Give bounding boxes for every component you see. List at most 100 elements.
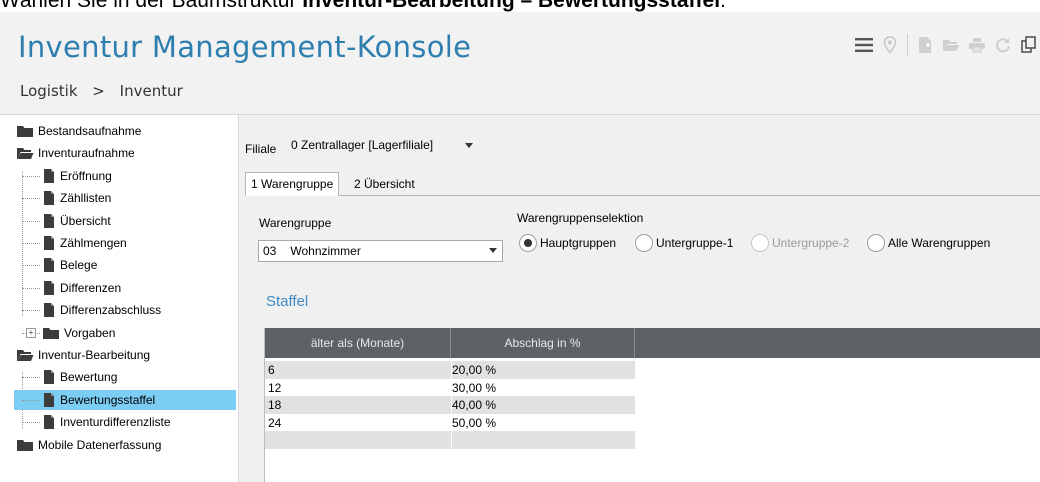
- filiale-select[interactable]: 0 Zentrallager [Lagerfiliale]: [287, 134, 485, 156]
- folder-closed-icon: [16, 438, 34, 452]
- breadcrumb-inventur[interactable]: Inventur: [120, 82, 183, 100]
- cell-monate[interactable]: 24: [265, 414, 451, 432]
- tab-bar: 1 Warengruppe 2 Übersicht: [245, 171, 1040, 196]
- sidebar-item-inventur-bearbeitung[interactable]: Inventur-Bearbeitung: [16, 345, 150, 365]
- sidebar-item-label: Belege: [60, 258, 98, 273]
- copy-icon[interactable]: [1018, 34, 1040, 56]
- sidebar-item-label: Inventurdifferenzliste: [60, 415, 171, 430]
- table-row[interactable]: [265, 431, 635, 450]
- folder-open-icon: [16, 348, 34, 362]
- list-settings-icon[interactable]: [853, 34, 875, 56]
- caption-prefix: Wählen Sie in der Baumstruktur: [0, 0, 303, 12]
- caption-bold: Inventur-Bearbeitung – Bewertungsstaffel: [302, 0, 721, 12]
- breadcrumb-separator: >: [92, 82, 105, 100]
- filiale-label: Filiale: [245, 142, 277, 156]
- sidebar-item-label: Differenzen: [60, 280, 122, 295]
- folder-closed-icon: [16, 124, 34, 138]
- sidebar-item-label: Zählmengen: [60, 236, 127, 250]
- column-header-abschlag[interactable]: Abschlag in %: [451, 328, 635, 358]
- cell-monate[interactable]: 12: [265, 379, 451, 397]
- filiale-select-value: 0 Zentrallager [Lagerfiliale]: [291, 138, 434, 152]
- cell-abschlag[interactable]: [449, 431, 635, 449]
- cell-monate[interactable]: 18: [265, 396, 451, 414]
- radio-circle: [635, 234, 653, 252]
- main-panel: Filiale 0 Zentrallager [Lagerfiliale] 1 …: [239, 115, 1040, 482]
- tab-uebersicht[interactable]: 2 Übersicht: [349, 173, 420, 195]
- document-icon: [42, 302, 56, 318]
- sidebar-item-mobile-datenerfassung[interactable]: Mobile Datenerfassung: [16, 435, 161, 455]
- document-icon: [42, 280, 56, 296]
- sidebar-item-label: Vorgaben: [64, 325, 116, 340]
- radio-alle-warengruppen[interactable]: Alle Warengruppen: [867, 234, 990, 252]
- tree-connector: [22, 399, 40, 401]
- tab-warengruppe-label: 1 Warengruppe: [251, 177, 334, 191]
- toolbar: [849, 34, 1040, 56]
- radio-hauptgruppen-label: Hauptgruppen: [540, 236, 617, 250]
- sidebar-item-eröffnung[interactable]: Eröffnung: [42, 166, 112, 186]
- cell-monate[interactable]: [265, 431, 451, 449]
- tab-warengruppe[interactable]: 1 Warengruppe: [245, 172, 340, 196]
- cell-abschlag[interactable]: 40,00 %: [449, 396, 635, 414]
- radio-untergruppe-1[interactable]: Untergruppe-1: [635, 234, 733, 252]
- sidebar-item-label: Inventur-Bearbeitung: [38, 348, 151, 362]
- cell-abschlag[interactable]: 30,00 %: [449, 379, 635, 397]
- warengruppe-select[interactable]: 03 Wohnzimmer: [258, 240, 503, 262]
- sidebar-item-label: Eröffnung: [60, 168, 112, 183]
- app-header: Inventur Management-Konsole Logistik > I…: [0, 12, 1040, 115]
- new-document-icon[interactable]: [914, 34, 936, 56]
- refresh-icon[interactable]: [992, 34, 1014, 56]
- breadcrumb-logistik[interactable]: Logistik: [20, 82, 78, 100]
- tree-connector: [22, 198, 40, 200]
- document-icon: [42, 414, 56, 430]
- sidebar-item-belege[interactable]: Belege: [42, 255, 97, 275]
- chevron-down-icon: [465, 143, 473, 148]
- tree-connector: [22, 220, 40, 222]
- sidebar-item-label: Bestandsaufnahme: [38, 124, 142, 138]
- sidebar-item-differenzabschluss[interactable]: Differenzabschluss: [42, 300, 161, 320]
- tree-connector: [22, 175, 40, 177]
- radio-untergruppe-1-label: Untergruppe-1: [656, 236, 734, 250]
- sidebar-item-bewertung[interactable]: Bewertung: [42, 367, 117, 387]
- cell-abschlag[interactable]: 20,00 %: [449, 361, 635, 379]
- toolbar-separator: [907, 34, 908, 56]
- cell-abschlag[interactable]: 50,00 %: [449, 414, 635, 432]
- document-icon: [42, 392, 56, 408]
- document-icon: [42, 235, 56, 251]
- radio-untergruppe-2-label: Untergruppe-2: [772, 236, 850, 250]
- app-title: Inventur Management-Konsole: [18, 30, 472, 64]
- sidebar-item-label: Inventuraufnahme: [38, 146, 135, 161]
- table-row[interactable]: 18 40,00 %: [265, 396, 635, 415]
- chevron-down-icon: [489, 248, 497, 253]
- cell-monate[interactable]: 6: [265, 361, 451, 379]
- column-divider: [451, 358, 452, 449]
- sidebar-item-übersicht[interactable]: Übersicht: [42, 211, 111, 231]
- sidebar-item-inventuraufnahme[interactable]: Inventuraufnahme: [16, 143, 135, 163]
- radio-circle: [867, 234, 885, 252]
- folder-open-icon: [16, 146, 34, 160]
- sidebar-item-label: Bewertungsstaffel: [60, 392, 156, 407]
- radio-hauptgruppen[interactable]: Hauptgruppen: [519, 234, 616, 252]
- document-icon: [42, 168, 56, 184]
- pin-icon[interactable]: [879, 34, 901, 56]
- radio-untergruppe-2[interactable]: Untergruppe-2: [751, 234, 849, 252]
- breadcrumb: Logistik > Inventur: [20, 82, 193, 100]
- sidebar-item-differenzen[interactable]: Differenzen: [42, 278, 121, 298]
- sidebar-item-zähllisten[interactable]: Zähllisten: [42, 188, 111, 208]
- table-row[interactable]: 6 20,00 %: [265, 361, 635, 379]
- sidebar-item-bewertungsstaffel[interactable]: Bewertungsstaffel: [14, 389, 236, 410]
- sidebar-item-label: Zähllisten: [60, 191, 112, 206]
- tree-connector: [22, 287, 40, 289]
- table-row[interactable]: 12 30,00 %: [265, 379, 635, 397]
- sidebar-item-zählmengen[interactable]: Zählmengen: [42, 233, 127, 253]
- sidebar-item-inventurdifferenzliste[interactable]: Inventurdifferenzliste: [42, 412, 171, 432]
- sidebar-item-bestandsaufnahme[interactable]: Bestandsaufnahme: [16, 121, 141, 141]
- open-folder-icon[interactable]: [940, 34, 962, 56]
- sidebar-item-vorgaben[interactable]: Vorgaben: [42, 323, 115, 343]
- warengruppe-label: Warengruppe: [259, 216, 332, 230]
- column-header-monate[interactable]: älter als (Monate): [265, 328, 451, 358]
- table-row[interactable]: 24 50,00 %: [265, 414, 635, 432]
- print-icon[interactable]: [966, 34, 988, 56]
- expand-icon[interactable]: +: [26, 327, 36, 338]
- sidebar-item-label: Bewertung: [60, 370, 118, 385]
- warengruppe-name: Wohnzimmer: [290, 244, 361, 258]
